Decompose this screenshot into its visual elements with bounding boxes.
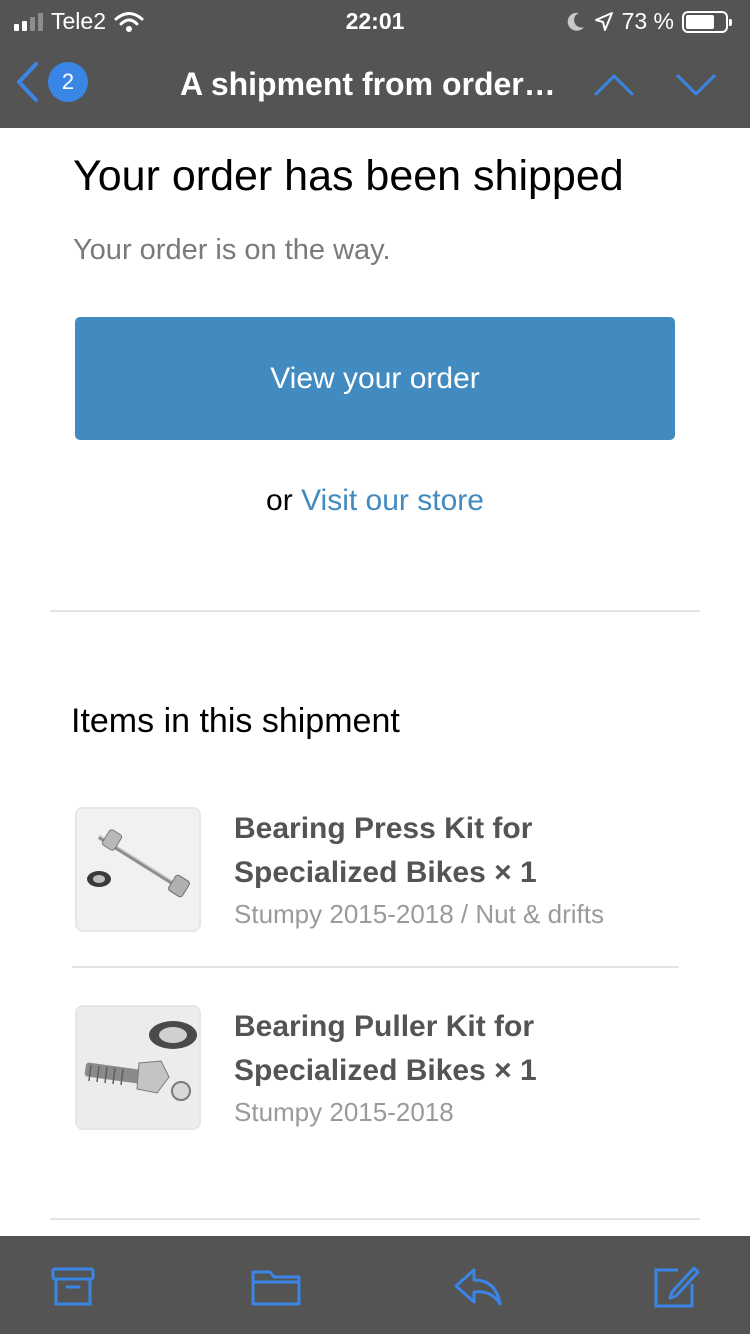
or-text: or [266, 484, 293, 517]
chevron-down-icon[interactable] [674, 66, 718, 102]
section-divider [50, 1218, 700, 1220]
nav-bar: 2 A shipment from order… [0, 42, 750, 128]
shipped-heading: Your order has been shipped [73, 152, 624, 200]
shipped-subheading: Your order is on the way. [73, 234, 391, 266]
view-order-button[interactable]: View your order [75, 317, 675, 440]
location-arrow-icon [594, 11, 613, 31]
moon-icon [567, 12, 584, 31]
chevron-up-icon[interactable] [592, 66, 636, 102]
battery-percent: 73 % [621, 8, 674, 34]
product-image [75, 807, 201, 932]
product-image [75, 1005, 201, 1130]
product-title: Bearing Puller Kit for Specialized Bikes… [234, 1010, 537, 1087]
items-heading: Items in this shipment [71, 702, 400, 740]
section-divider [50, 610, 700, 612]
reply-icon[interactable] [452, 1264, 504, 1310]
unread-count-badge: 2 [48, 62, 88, 102]
battery-icon [682, 10, 732, 33]
visit-store-link[interactable]: Visit our store [301, 484, 484, 517]
product-variant: Stumpy 2015-2018 / Nut & drifts [234, 899, 604, 929]
item-divider [72, 966, 679, 968]
product-variant: Stumpy 2015-2018 [234, 1097, 454, 1127]
chevron-left-icon [17, 62, 38, 102]
status-right: 73 % [566, 8, 732, 35]
store-link-line: or Visit our store [0, 484, 750, 518]
message-subject: A shipment from order… [180, 66, 556, 102]
list-item[interactable]: Bearing Puller Kit for Specialized Bikes… [75, 1005, 680, 1130]
back-button[interactable]: 2 [14, 60, 88, 104]
list-item[interactable]: Bearing Press Kit for Specialized Bikes … [75, 807, 680, 932]
product-title: Bearing Press Kit for Specialized Bikes … [234, 812, 537, 889]
compose-icon[interactable] [652, 1264, 700, 1310]
status-bar: Tele2 22:01 73 % [0, 0, 750, 42]
folder-icon[interactable] [250, 1264, 302, 1310]
bottom-toolbar [0, 1236, 750, 1334]
archive-icon[interactable] [50, 1264, 96, 1310]
